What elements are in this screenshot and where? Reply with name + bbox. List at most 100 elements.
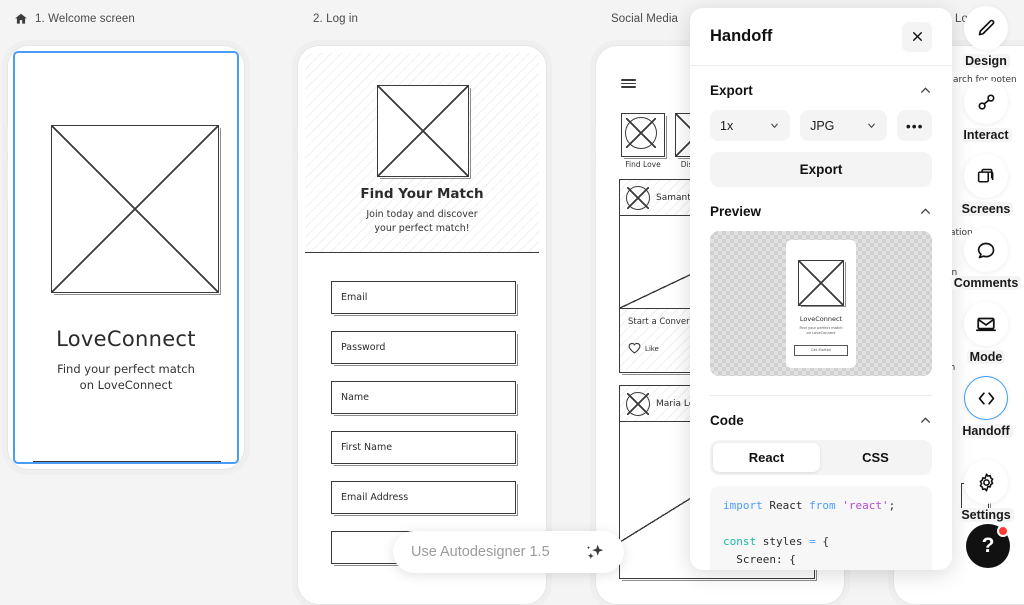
comments-button[interactable] [964,228,1008,272]
code-section-header[interactable]: Code [710,396,932,440]
toolbar-label: Design [962,54,1010,68]
hero-title: Find Your Match [305,186,539,202]
email-address-field[interactable]: Email Address [331,481,516,514]
export-title: Export [710,83,753,98]
code-snippet[interactable]: import React from 'react'; const styles … [710,486,932,570]
toolbar-label: Handoff [959,424,1012,438]
volume-button [294,126,298,152]
interact-button[interactable] [964,80,1008,124]
image-cross [52,126,218,292]
name-field[interactable]: Name [331,381,516,414]
preview-thumbnail[interactable]: LoveConnect Find your perfect match on L… [710,231,932,376]
screen-content-login: Find Your Match Join today and discover … [305,53,539,597]
avatar-circle [625,117,657,149]
preview-section-header[interactable]: Preview [710,187,932,231]
image-cross [627,187,649,209]
screen-label-social[interactable]: Social Media [611,13,678,25]
pencil-icon [976,18,997,39]
toolbar-label: Settings [958,508,1013,522]
comment-icon [976,240,997,261]
toolbar-item-settings[interactable]: Settings [948,460,1024,522]
story-label: Find Love [621,160,665,169]
code-token: from [809,499,836,512]
screen-label-text: Social Media [611,13,678,25]
mode-button[interactable] [964,302,1008,346]
autodesigner-bar[interactable]: Use Autodesigner 1.5 [393,531,624,573]
toolbar-item-design[interactable]: Design [948,6,1024,68]
design-canvas[interactable]: 1. Welcome screen LoveConnect Find your … [0,0,1024,578]
story-thumbnail [621,113,665,157]
image-cross [627,393,649,415]
home-icon [14,12,28,26]
volume-button [294,161,298,201]
export-options-row: 1x JPG ••• [710,110,932,141]
screen-label-text: 2. Log in [313,13,358,25]
notification-badge [997,525,1009,537]
hero-section: Find Your Match Join today and discover … [305,53,539,253]
export-scale-value: 1x [720,119,733,133]
toolbar-item-interact[interactable]: Interact [948,80,1024,142]
preview-button-text: Get Started [794,345,848,356]
handoff-button[interactable] [964,376,1008,420]
tab-css[interactable]: CSS [822,443,929,472]
panel-body: Export 1x JPG ••• [690,66,952,570]
get-started-button[interactable]: Get Started [33,461,221,462]
image-placeholder [798,260,844,306]
code-token: { [816,535,829,548]
export-button[interactable]: Export [710,152,932,187]
volume-button [592,161,596,201]
export-format-select[interactable]: JPG [800,110,887,141]
code-token: Screen: { [723,553,796,566]
toolbar-label: Mode [967,350,1006,364]
close-button[interactable] [902,22,932,52]
code-tabs: React CSS [710,440,932,475]
interact-icon [976,92,997,113]
panel-title: Handoff [710,27,772,46]
design-button[interactable] [964,6,1008,50]
help-label: ? [982,534,995,558]
tab-react[interactable]: React [713,443,820,472]
sparkle-icon [584,541,606,563]
preview-title-text: LoveConnect [800,315,842,323]
toolbar-item-screens[interactable]: Screens [948,154,1024,216]
layers-icon [976,166,997,187]
handoff-panel[interactable]: Handoff Export 1x [690,8,952,570]
code-token: styles [756,535,809,548]
preview-mini-screen: LoveConnect Find your perfect match on L… [786,240,856,368]
toolbar-item-mode[interactable]: Mode [948,302,1024,364]
hamburger-menu-icon[interactable] [621,79,636,90]
code-token: 'react' [836,499,889,512]
chevron-up-icon [919,205,932,218]
close-icon [911,30,924,43]
code-token: ; [889,499,896,512]
export-more-button[interactable]: ••• [897,110,932,141]
image-placeholder [377,85,469,177]
heart-icon [628,342,641,354]
toolbar-label: Screens [959,202,1014,216]
chevron-down-icon [866,120,877,131]
screen-label-welcome[interactable]: 1. Welcome screen [14,12,135,26]
volume-button [4,126,8,152]
password-field[interactable]: Password [331,331,516,364]
code-title: Code [710,413,744,428]
code-icon [976,388,997,409]
phone-frame-welcome[interactable]: LoveConnect Find your perfect match on L… [7,45,245,470]
help-button[interactable]: ? [966,524,1010,568]
like-action[interactable]: Like [628,342,659,354]
story-item[interactable]: Find Love [621,113,665,169]
export-section-header[interactable]: Export [710,66,932,110]
like-label: Like [645,344,659,353]
email-field[interactable]: Email [331,281,516,314]
export-scale-select[interactable]: 1x [710,110,790,141]
volume-button [4,161,8,201]
toolbar-item-handoff[interactable]: Handoff [948,376,1024,438]
panel-header: Handoff [690,8,952,66]
right-toolbar: Design Interact Screens [948,0,1024,578]
toolbar-item-comments[interactable]: Comments [948,228,1024,290]
code-token: const [723,535,756,548]
first-name-field[interactable]: First Name [331,431,516,464]
settings-button[interactable] [964,460,1008,504]
screens-button[interactable] [964,154,1008,198]
screen-label-login[interactable]: 2. Log in [313,13,358,25]
phone-frame-login[interactable]: Find Your Match Join today and discover … [297,45,547,605]
